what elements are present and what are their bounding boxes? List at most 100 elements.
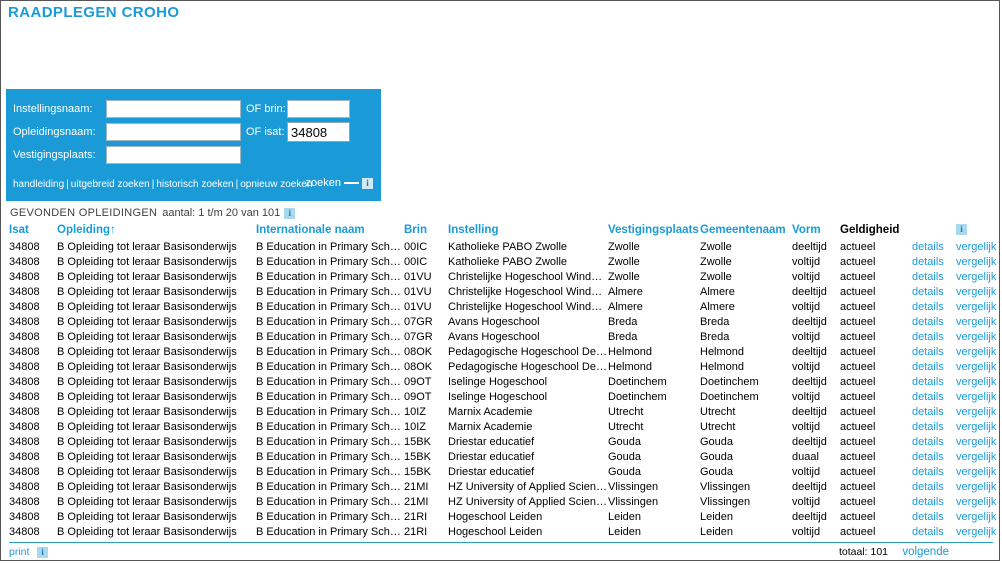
details-link[interactable]: details bbox=[912, 285, 956, 300]
cell-gemeentenaam: Doetinchem bbox=[700, 376, 759, 388]
cell-isat: 34808 bbox=[9, 256, 40, 268]
column-header-brin[interactable]: Brin bbox=[404, 224, 448, 240]
cell-isat: 34808 bbox=[9, 271, 40, 283]
cell-gemeentenaam: Zwolle bbox=[700, 256, 732, 268]
vergelijk-link[interactable]: vergelijk bbox=[956, 435, 999, 450]
instellingsnaam-input[interactable] bbox=[106, 100, 241, 118]
zoeken-button-label[interactable]: zoeken bbox=[306, 177, 341, 189]
isat-label: OF isat: bbox=[246, 126, 285, 138]
next-page-link[interactable]: volgende bbox=[902, 546, 949, 558]
vergelijk-link[interactable]: vergelijk bbox=[956, 510, 999, 525]
details-link[interactable]: details bbox=[912, 270, 956, 285]
cell-brin: 10IZ bbox=[404, 406, 427, 418]
results-header: GEVONDEN OPLEIDINGEN aantal: 1 t/m 20 van… bbox=[10, 207, 296, 219]
info-icon[interactable]: i bbox=[37, 547, 48, 558]
cell-instelling: Christelijke Hogeschool Windesh... bbox=[448, 271, 608, 283]
brin-input[interactable] bbox=[287, 100, 350, 118]
vergelijk-link[interactable]: vergelijk bbox=[956, 270, 999, 285]
vergelijk-link[interactable]: vergelijk bbox=[956, 495, 999, 510]
details-link[interactable]: details bbox=[912, 465, 956, 480]
vergelijk-link[interactable]: vergelijk bbox=[956, 525, 999, 540]
cell-opleiding: B Opleiding tot leraar Basisonderwijs bbox=[57, 451, 237, 463]
link-handleiding[interactable]: handleiding bbox=[13, 179, 64, 190]
link-historisch-zoeken[interactable]: historisch zoeken bbox=[156, 179, 233, 190]
vergelijk-link[interactable]: vergelijk bbox=[956, 285, 999, 300]
cell-vorm: voltijd bbox=[792, 421, 821, 433]
column-header-vorm[interactable]: Vorm bbox=[792, 224, 840, 240]
cell-vestigingsplaats: Vlissingen bbox=[608, 496, 659, 508]
page-title: RAADPLEGEN CROHO bbox=[8, 4, 180, 21]
column-header-vestigingsplaats[interactable]: Vestigingsplaats bbox=[608, 224, 700, 240]
info-icon[interactable]: i bbox=[284, 207, 296, 219]
cell-brin: 09OT bbox=[404, 391, 432, 403]
vergelijk-link[interactable]: vergelijk bbox=[956, 255, 999, 270]
link-opnieuw-zoeken[interactable]: opnieuw zoeken bbox=[240, 179, 312, 190]
details-link[interactable]: details bbox=[912, 525, 956, 540]
details-link[interactable]: details bbox=[912, 345, 956, 360]
cell-opleiding: B Opleiding tot leraar Basisonderwijs bbox=[57, 301, 237, 313]
print-link[interactable]: print bbox=[9, 546, 29, 558]
vergelijk-link[interactable]: vergelijk bbox=[956, 450, 999, 465]
details-link[interactable]: details bbox=[912, 480, 956, 495]
cell-isat: 34808 bbox=[9, 361, 40, 373]
column-header-instelling[interactable]: Instelling bbox=[448, 224, 608, 240]
vergelijk-link[interactable]: vergelijk bbox=[956, 300, 999, 315]
details-link[interactable]: details bbox=[912, 450, 956, 465]
details-link[interactable]: details bbox=[912, 390, 956, 405]
table-row: 34808 B Opleiding tot leraar Basisonderwi… bbox=[9, 360, 999, 375]
details-link[interactable]: details bbox=[912, 240, 956, 255]
cell-geldigheid: actueel bbox=[840, 361, 876, 373]
column-header-opleiding[interactable]: Opleiding↑ bbox=[57, 224, 256, 240]
details-link[interactable]: details bbox=[912, 510, 956, 525]
vergelijk-link[interactable]: vergelijk bbox=[956, 345, 999, 360]
vergelijk-link[interactable]: vergelijk bbox=[956, 375, 999, 390]
vergelijk-link[interactable]: vergelijk bbox=[956, 405, 999, 420]
brin-label: OF brin: bbox=[246, 103, 286, 115]
table-row: 34808 B Opleiding tot leraar Basisonderwi… bbox=[9, 270, 999, 285]
vergelijk-link[interactable]: vergelijk bbox=[956, 465, 999, 480]
vergelijk-link[interactable]: vergelijk bbox=[956, 390, 999, 405]
table-row: 34808 B Opleiding tot leraar Basisonderwi… bbox=[9, 255, 999, 270]
details-link[interactable]: details bbox=[912, 360, 956, 375]
column-header-isat[interactable]: Isat bbox=[9, 224, 57, 240]
opleidingsnaam-input[interactable] bbox=[106, 123, 241, 141]
cell-instelling: Marnix Academie bbox=[448, 421, 533, 433]
info-icon[interactable]: i bbox=[956, 224, 967, 236]
table-row: 34808 B Opleiding tot leraar Basisonderwi… bbox=[9, 345, 999, 360]
details-link[interactable]: details bbox=[912, 435, 956, 450]
link-uitgebreid-zoeken[interactable]: uitgebreid zoeken bbox=[71, 179, 150, 190]
vergelijk-link[interactable]: vergelijk bbox=[956, 420, 999, 435]
search-submit-group[interactable]: zoeken i bbox=[306, 177, 373, 189]
details-link[interactable]: details bbox=[912, 420, 956, 435]
cell-opleiding: B Opleiding tot leraar Basisonderwijs bbox=[57, 241, 237, 253]
cell-vestigingsplaats: Gouda bbox=[608, 451, 642, 463]
vestigingsplaats-input[interactable] bbox=[106, 146, 241, 164]
cell-brin: 08OK bbox=[404, 346, 433, 358]
vergelijk-link[interactable]: vergelijk bbox=[956, 315, 999, 330]
vergelijk-link[interactable]: vergelijk bbox=[956, 480, 999, 495]
cell-vestigingsplaats: Gouda bbox=[608, 436, 642, 448]
details-link[interactable]: details bbox=[912, 300, 956, 315]
cell-internationale-naam: B Education in Primary School... bbox=[256, 466, 404, 478]
cell-instelling: Pedagogische Hogeschool De Ke... bbox=[448, 361, 608, 373]
cell-gemeentenaam: Breda bbox=[700, 331, 730, 343]
vergelijk-link[interactable]: vergelijk bbox=[956, 330, 999, 345]
isat-input[interactable] bbox=[287, 122, 350, 142]
column-header-internationale-naam[interactable]: Internationale naam bbox=[256, 224, 404, 240]
table-row: 34808 B Opleiding tot leraar Basisonderwi… bbox=[9, 405, 999, 420]
cell-internationale-naam: B Education in Primary School... bbox=[256, 526, 404, 538]
details-link[interactable]: details bbox=[912, 405, 956, 420]
vergelijk-link[interactable]: vergelijk bbox=[956, 360, 999, 375]
cell-vorm: voltijd bbox=[792, 526, 821, 538]
details-link[interactable]: details bbox=[912, 375, 956, 390]
details-link[interactable]: details bbox=[912, 255, 956, 270]
details-link[interactable]: details bbox=[912, 330, 956, 345]
info-icon[interactable]: i bbox=[362, 177, 373, 189]
vergelijk-link[interactable]: vergelijk bbox=[956, 240, 999, 255]
cell-isat: 34808 bbox=[9, 451, 40, 463]
column-header-gemeentenaam[interactable]: Gemeentenaam bbox=[700, 224, 792, 240]
cell-vestigingsplaats: Vlissingen bbox=[608, 481, 659, 493]
details-link[interactable]: details bbox=[912, 315, 956, 330]
details-link[interactable]: details bbox=[912, 495, 956, 510]
cell-vorm: deeltijd bbox=[792, 436, 827, 448]
